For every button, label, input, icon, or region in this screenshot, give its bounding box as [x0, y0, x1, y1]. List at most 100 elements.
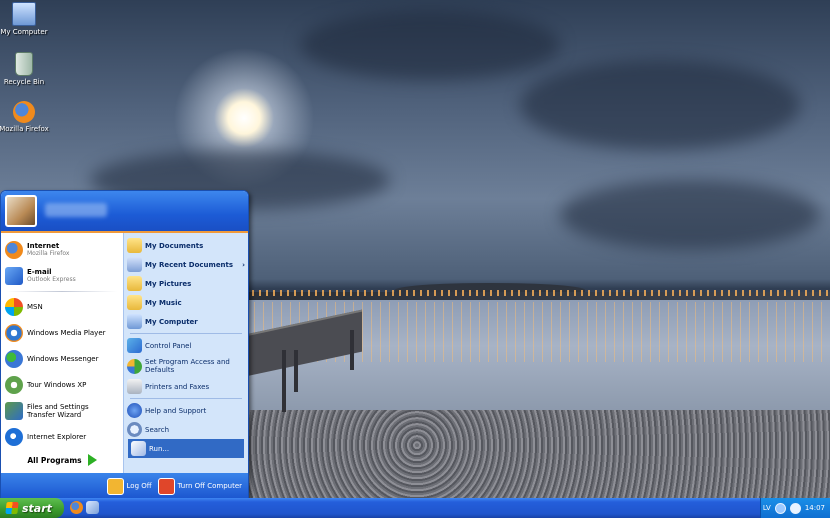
- start-menu-header: [1, 191, 248, 233]
- desktop-icon-label: Recycle Bin: [3, 78, 45, 86]
- desktop-icon-label: Mozilla Firefox: [0, 125, 49, 133]
- item-label: Run...: [149, 444, 170, 453]
- pier-post: [350, 330, 354, 370]
- username-blurred: [45, 203, 107, 217]
- media-player-icon: [5, 324, 23, 342]
- item-label: Printers and Faxes: [145, 382, 210, 391]
- my-computer-icon: [12, 2, 36, 26]
- item-label: My Documents: [145, 241, 204, 250]
- log-off-button[interactable]: Log Off: [106, 477, 152, 495]
- all-programs-button[interactable]: All Programs: [1, 449, 123, 471]
- search-icon: [127, 422, 142, 437]
- start-menu-body: Internet Mozilla Firefox E-mail Outlook …: [1, 233, 248, 473]
- desktop-icon-my-computer[interactable]: My Computer: [0, 2, 52, 36]
- recent-media-player[interactable]: Windows Media Player: [1, 320, 123, 346]
- quicklaunch-desktop-icon[interactable]: [86, 501, 99, 514]
- places-program-access[interactable]: Set Program Access and Defaults: [124, 355, 248, 377]
- item-label: Windows Messenger: [27, 355, 99, 363]
- system-tray: LV 14:07: [760, 498, 830, 518]
- printer-icon: [127, 379, 142, 394]
- clock[interactable]: 14:07: [805, 504, 825, 512]
- internet-explorer-icon: [5, 428, 23, 446]
- cloud: [560, 180, 820, 250]
- recent-msn[interactable]: MSN: [1, 294, 123, 320]
- places-my-music[interactable]: My Music: [124, 293, 248, 312]
- places-help[interactable]: Help and Support: [124, 401, 248, 420]
- pictures-icon: [127, 276, 142, 291]
- quicklaunch-firefox-icon[interactable]: [70, 501, 83, 514]
- messenger-icon: [5, 350, 23, 368]
- places-printers[interactable]: Printers and Faxes: [124, 377, 248, 396]
- all-programs-label: All Programs: [27, 455, 82, 465]
- pier-post: [294, 350, 298, 392]
- start-menu-right-pane: My Documents My Recent Documents › My Pi…: [123, 233, 248, 473]
- volume-icon[interactable]: [789, 502, 801, 514]
- separator: [130, 398, 242, 399]
- tour-icon: [5, 376, 23, 394]
- desktop-icon-recycle-bin[interactable]: Recycle Bin: [0, 52, 52, 86]
- windows-logo-icon: [5, 502, 19, 514]
- turn-off-button[interactable]: Turn Off Computer: [157, 477, 242, 495]
- green-arrow-icon: [87, 454, 97, 466]
- language-indicator[interactable]: LV: [763, 504, 771, 512]
- separator: [130, 333, 242, 334]
- start-menu-footer: Log Off Turn Off Computer: [1, 473, 248, 499]
- start-button[interactable]: start: [0, 498, 64, 518]
- separator: [7, 291, 117, 292]
- taskbar: start LV 14:07: [0, 498, 830, 518]
- start-label: start: [22, 501, 52, 515]
- run-icon: [131, 441, 146, 456]
- places-run[interactable]: Run...: [128, 439, 244, 458]
- item-label: My Pictures: [145, 279, 192, 288]
- folder-icon: [127, 238, 142, 253]
- item-label: My Computer: [145, 317, 198, 326]
- item-label: My Music: [145, 298, 182, 307]
- pinned-email[interactable]: E-mail Outlook Express: [1, 263, 123, 289]
- places-my-documents[interactable]: My Documents: [124, 236, 248, 255]
- item-label: Tour Windows XP: [27, 381, 87, 389]
- user-avatar-icon[interactable]: [5, 195, 37, 227]
- pinned-internet[interactable]: Internet Mozilla Firefox: [1, 237, 123, 263]
- recent-tour[interactable]: Tour Windows XP: [1, 372, 123, 398]
- places-search[interactable]: Search: [124, 420, 248, 439]
- program-access-icon: [127, 358, 142, 374]
- firefox-icon: [13, 101, 35, 123]
- turn-off-label: Turn Off Computer: [177, 482, 242, 490]
- item-label: E-mail: [27, 268, 52, 276]
- recent-transfer-wizard[interactable]: Files and Settings Transfer Wizard: [1, 398, 123, 424]
- recent-docs-icon: [127, 257, 142, 272]
- item-sublabel: Mozilla Firefox: [27, 250, 70, 257]
- help-icon: [127, 403, 142, 418]
- desktop-icon-firefox[interactable]: Mozilla Firefox: [0, 101, 52, 133]
- cloud: [520, 60, 800, 150]
- network-icon[interactable]: [774, 502, 786, 514]
- transfer-wizard-icon: [5, 402, 23, 420]
- recent-internet-explorer[interactable]: Internet Explorer: [1, 424, 123, 450]
- item-label: My Recent Documents: [145, 260, 234, 269]
- chevron-right-icon: ›: [242, 260, 245, 269]
- start-menu-left-pane: Internet Mozilla Firefox E-mail Outlook …: [1, 233, 123, 473]
- pebble-beach: [240, 410, 830, 498]
- control-panel-icon: [127, 338, 142, 353]
- recycle-bin-icon: [15, 52, 33, 76]
- power-icon: [157, 477, 175, 495]
- item-label: Internet Explorer: [27, 433, 87, 441]
- music-icon: [127, 295, 142, 310]
- item-sublabel: Outlook Express: [27, 276, 76, 283]
- places-my-pictures[interactable]: My Pictures: [124, 274, 248, 293]
- outlook-express-icon: [5, 267, 23, 285]
- cloud: [300, 10, 560, 80]
- recent-messenger[interactable]: Windows Messenger: [1, 346, 123, 372]
- item-label: Internet: [27, 242, 60, 250]
- places-recent-documents[interactable]: My Recent Documents ›: [124, 255, 248, 274]
- firefox-icon: [5, 241, 23, 259]
- item-label: MSN: [27, 303, 43, 311]
- key-icon: [106, 477, 124, 495]
- item-label: Files and Settings Transfer Wizard: [27, 403, 89, 419]
- places-my-computer[interactable]: My Computer: [124, 312, 248, 331]
- item-label: Help and Support: [145, 406, 207, 415]
- city-lights: [245, 290, 830, 296]
- computer-icon: [127, 314, 142, 329]
- msn-icon: [5, 298, 23, 316]
- places-control-panel[interactable]: Control Panel: [124, 336, 248, 355]
